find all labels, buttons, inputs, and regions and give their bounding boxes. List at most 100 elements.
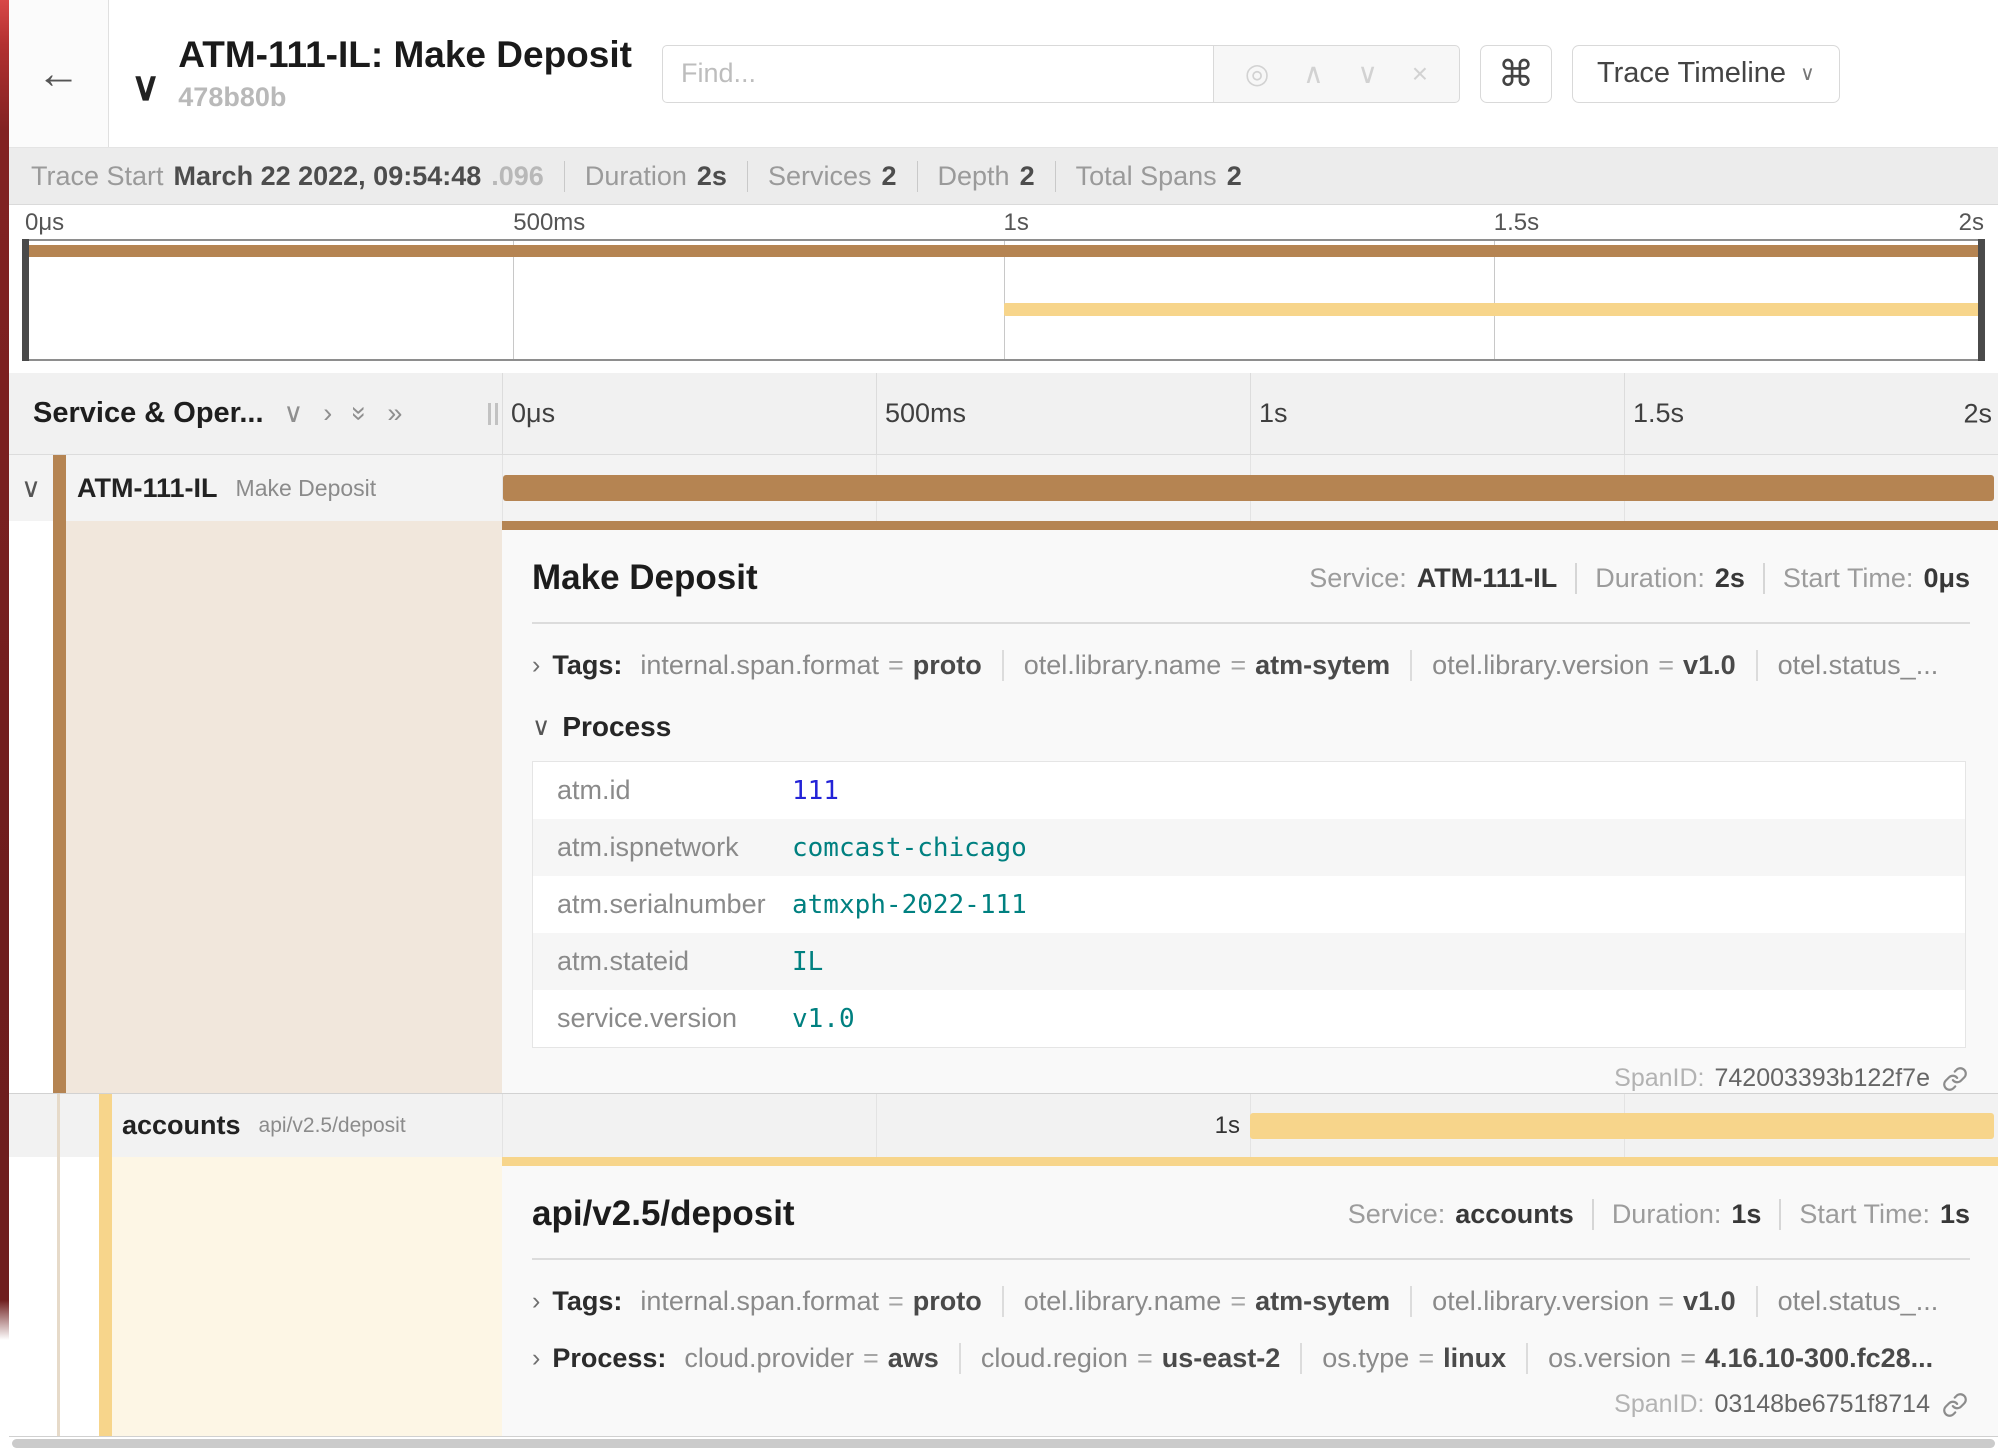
minimap-tick-1: 500ms <box>513 209 585 237</box>
detail-duration-item: Duration: 2s <box>1575 563 1745 594</box>
find-input[interactable] <box>662 45 1214 103</box>
process-pill: cloud.region = us-east-2 <box>959 1343 1280 1374</box>
trace-start-value: March 22 2022, 09:54:48 <box>174 161 482 192</box>
span-timeline-cell-accounts: 1s <box>502 1094 1998 1157</box>
detail-duration-value: 1s <box>1731 1199 1761 1230</box>
expand-one-icon[interactable]: › <box>323 398 332 429</box>
detail-service-label: Service: <box>1309 563 1407 594</box>
process-key-value-table: atm.id 111 atm.ispnetwork comcast-chicag… <box>532 761 1966 1048</box>
process-row-collapsed[interactable]: › Process: cloud.provider = aws cloud.re… <box>532 1343 1970 1374</box>
span-service-name: ATM-111-IL <box>77 473 218 504</box>
table-row: atm.id 111 <box>533 762 1965 819</box>
tag-pill-truncated: otel.status_... <box>1756 650 1939 681</box>
minimap-left-scrubber-handle[interactable] <box>22 239 29 361</box>
collapse-all-icon[interactable]: » <box>344 406 375 421</box>
ruler-tick-0: 0μs <box>502 373 876 454</box>
detail-divider <box>532 1258 1970 1260</box>
tag-pill: otel.library.name = atm-sytem <box>1002 650 1390 681</box>
span-color-bar-accounts <box>99 1157 112 1436</box>
tags-row[interactable]: › Tags: internal.span.format = proto ote… <box>532 650 1970 681</box>
span-operation-name: api/v2.5/deposit <box>259 1114 406 1138</box>
detail-start-value: 0μs <box>1923 563 1970 594</box>
collapse-one-icon[interactable]: ∨ <box>284 398 304 429</box>
span-detail-title: api/v2.5/deposit <box>532 1194 795 1234</box>
tag-pill: internal.span.format = proto <box>640 1286 981 1317</box>
next-match-icon[interactable]: ∨ <box>1357 57 1378 90</box>
minimap-tick-0: 0μs <box>25 209 64 237</box>
collapse-children-icon[interactable]: ∨ <box>17 473 45 504</box>
process-pill: os.version = 4.16.10-300.fc28... <box>1526 1343 1933 1374</box>
span-name-cell-atm: ∨ ATM-111-IL Make Deposit <box>9 455 502 521</box>
ruler-tick-1: 500ms <box>876 373 1250 454</box>
find-controls: ◎ ∧ ∨ × <box>1214 45 1460 103</box>
minimap-tick-2: 1s <box>1004 209 1029 237</box>
minimap-gridline <box>513 241 514 359</box>
horizontal-scrollbar-track <box>9 1437 1998 1450</box>
depth-value: 2 <box>1020 161 1035 192</box>
table-row: service.version v1.0 <box>533 990 1965 1047</box>
span-timeline-cell-atm <box>502 455 1998 521</box>
spanid-row: SpanID: 03148be6751f8714 <box>532 1390 1970 1419</box>
chevron-down-icon[interactable]: ∨ <box>532 712 550 742</box>
table-row: atm.serialnumber atmxph-2022-111 <box>533 876 1965 933</box>
trace-title-block: ∨ ATM-111-IL: Make Deposit 478b80b <box>131 34 632 113</box>
process-section-header[interactable]: ∨ Process <box>532 711 1970 743</box>
column-resize-handle[interactable] <box>488 403 498 425</box>
trace-collapse-chevron-icon[interactable]: ∨ <box>131 64 160 110</box>
minimap-gridline <box>1494 241 1495 359</box>
duration-label: Duration <box>585 161 687 192</box>
detail-start-label: Start Time: <box>1799 1199 1930 1230</box>
chevron-right-icon[interactable]: › <box>532 1344 540 1373</box>
minimap-right-scrubber-handle[interactable] <box>1978 239 1985 361</box>
process-pill: os.type = linux <box>1300 1343 1506 1374</box>
parent-indent-guide <box>57 1094 60 1157</box>
minimap-time-ruler: 0μs 500ms 1s 1.5s 2s <box>23 205 1984 239</box>
detail-duration-item: Duration: 1s <box>1592 1199 1762 1230</box>
minimap-tick-4: 2s <box>1959 209 1984 237</box>
find-group: ◎ ∧ ∨ × <box>662 45 1460 103</box>
target-icon[interactable]: ◎ <box>1245 57 1269 90</box>
span-detail-panel-atm: Make Deposit Service: ATM-111-IL Duratio… <box>502 521 1998 1093</box>
depth-item: Depth 2 <box>917 161 1035 192</box>
span-row-accounts[interactable]: accounts api/v2.5/deposit 1s <box>9 1093 1998 1157</box>
trace-minimap[interactable] <box>23 239 1984 361</box>
detail-duration-label: Duration: <box>1595 563 1705 594</box>
parent-indent-guide <box>57 1157 60 1436</box>
span-row-atm[interactable]: ∨ ATM-111-IL Make Deposit <box>9 455 1998 521</box>
duration-item: Duration 2s <box>564 161 727 192</box>
tag-pill: otel.library.version = v1.0 <box>1410 1286 1735 1317</box>
tags-row[interactable]: › Tags: internal.span.format = proto ote… <box>532 1286 1970 1317</box>
trace-start-label: Trace Start <box>31 161 164 192</box>
chevron-right-icon[interactable]: › <box>532 1287 540 1316</box>
span-duration-bar-accounts[interactable] <box>1250 1113 1994 1139</box>
detail-service-item: Service: ATM-111-IL <box>1309 563 1557 594</box>
trace-title: ATM-111-IL: Make Deposit <box>178 34 632 76</box>
span-detail-indent-accounts <box>9 1157 502 1436</box>
span-color-bar-atm <box>53 521 66 1093</box>
chevron-down-icon: ∨ <box>1800 61 1815 86</box>
tags-label: Tags: <box>552 650 622 681</box>
horizontal-scrollbar-thumb[interactable] <box>12 1439 1995 1448</box>
services-label: Services <box>768 161 872 192</box>
span-table-header: Service & Oper... ∨ › » » 0μs 500ms 1s 1… <box>9 373 1998 455</box>
spanid-value: 03148be6751f8714 <box>1714 1390 1930 1419</box>
service-operation-label: Service & Oper... <box>33 397 264 430</box>
span-duration-bar-atm[interactable] <box>503 475 1994 501</box>
minimap-tick-3: 1.5s <box>1494 209 1539 237</box>
process-label: Process: <box>552 1343 666 1374</box>
link-icon[interactable] <box>1942 1392 1968 1418</box>
minimap-span-bar-accounts <box>1004 303 1985 316</box>
chevron-right-icon[interactable]: › <box>532 651 540 680</box>
expand-all-icon[interactable]: » <box>387 398 402 429</box>
total-spans-label: Total Spans <box>1076 161 1217 192</box>
back-button[interactable]: ← <box>9 0 109 147</box>
prev-match-icon[interactable]: ∧ <box>1303 57 1324 90</box>
depth-label: Depth <box>938 161 1010 192</box>
clear-find-icon[interactable]: × <box>1412 58 1428 90</box>
view-selector-button[interactable]: Trace Timeline ∨ <box>1572 45 1840 103</box>
spanid-value: 742003393b122f7e <box>1714 1064 1930 1093</box>
timeline-ruler: 0μs 500ms 1s 1.5s 2s <box>502 373 1998 454</box>
tag-pill: internal.span.format = proto <box>640 650 981 681</box>
link-icon[interactable] <box>1942 1066 1968 1092</box>
keyboard-shortcuts-button[interactable]: ⌘ <box>1480 45 1552 103</box>
